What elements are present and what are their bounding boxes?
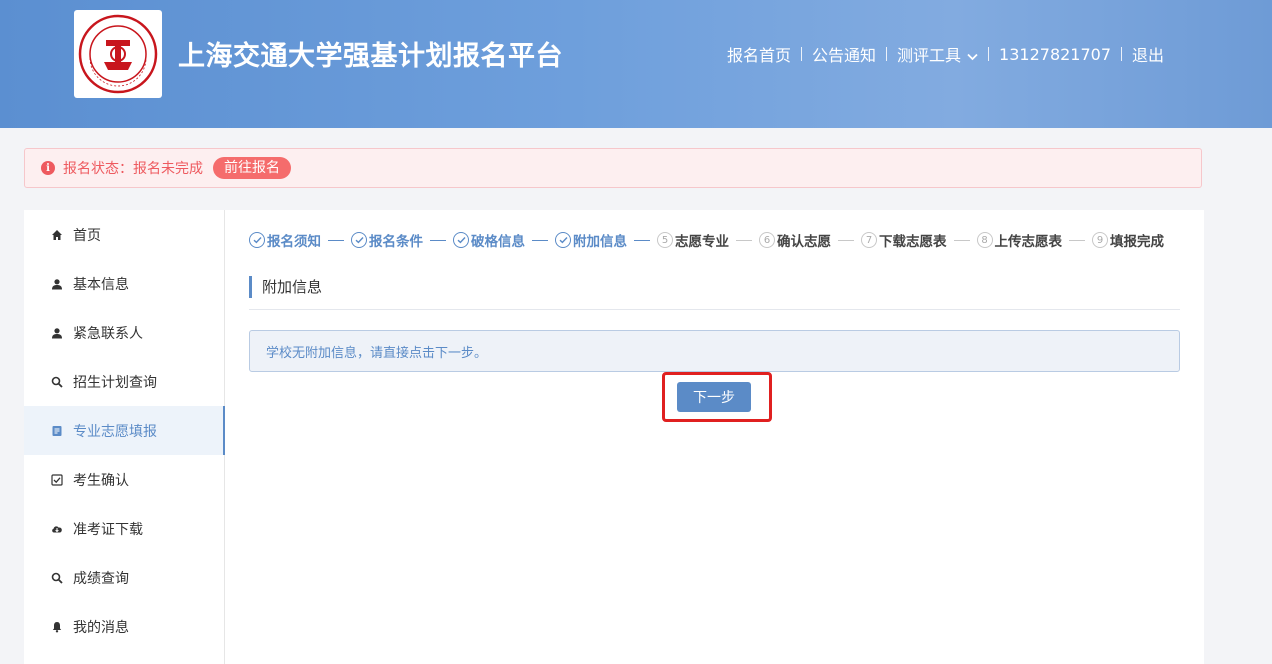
nav-home-link[interactable]: 报名首页 [727, 42, 791, 66]
search-icon [51, 376, 63, 388]
sidebar-item-home[interactable]: 首页 [24, 210, 224, 259]
step-7: 7 下载志愿表 [861, 230, 947, 250]
user-icon [51, 327, 63, 339]
step-3[interactable]: 破格信息 [453, 230, 525, 250]
info-message: 学校无附加信息，请直接点击下一步。 [249, 330, 1180, 372]
sidebar: 首页 基本信息 紧急联系人 招生计划查询 专业志愿填报 考生确认 准考证下载 成… [24, 210, 225, 664]
sidebar-item-label: 首页 [73, 227, 101, 244]
step-label: 填报完成 [1110, 234, 1164, 250]
sidebar-item-label: 我的消息 [73, 619, 129, 636]
user-icon [51, 278, 63, 290]
step-connector [634, 239, 650, 241]
step-check-icon [351, 232, 367, 248]
step-check-icon [453, 232, 469, 248]
step-number: 6 [759, 232, 775, 248]
step-2[interactable]: 报名条件 [351, 230, 423, 250]
go-register-button[interactable]: 前往报名 [213, 157, 291, 179]
registration-status-alert: i 报名状态：报名未完成 前往报名 [24, 148, 1202, 188]
step-number: 7 [861, 232, 877, 248]
sidebar-item-major-choice[interactable]: 专业志愿填报 [24, 406, 225, 455]
nav-phone-account[interactable]: 13127821707 [999, 45, 1111, 64]
step-label: 志愿专业 [675, 234, 729, 250]
nav-separator [801, 47, 803, 61]
step-check-icon [249, 232, 265, 248]
section-divider [249, 309, 1180, 310]
chevron-down-icon [967, 53, 978, 60]
registration-status-text: 报名状态：报名未完成 [63, 161, 203, 177]
search-icon [51, 572, 63, 584]
document-icon [51, 425, 63, 437]
step-label: 附加信息 [573, 234, 627, 250]
cloud-download-icon [51, 523, 63, 535]
step-connector [953, 239, 970, 241]
checkbox-icon [51, 473, 63, 486]
info-icon: i [41, 161, 55, 175]
top-nav: 报名首页 公告通知 测评工具 13127821707 退出 [727, 42, 1164, 66]
nav-separator [1121, 47, 1123, 61]
nav-tools-dropdown[interactable]: 测评工具 [897, 42, 978, 66]
step-9: 9 填报完成 [1092, 230, 1164, 250]
section-title: 附加信息 [249, 276, 322, 298]
step-connector [1069, 239, 1085, 241]
step-number: 8 [976, 232, 993, 248]
sjtu-seal-logo-icon [78, 14, 158, 94]
step-label: 报名须知 [267, 234, 321, 250]
nav-separator [988, 47, 990, 61]
step-connector [532, 239, 548, 241]
sidebar-item-messages[interactable]: 我的消息 [24, 602, 224, 651]
step-8: 8 上传志愿表 [976, 230, 1063, 250]
nav-notice-link[interactable]: 公告通知 [812, 42, 876, 66]
sidebar-item-label: 准考证下载 [73, 521, 143, 538]
sidebar-item-label: 专业志愿填报 [73, 423, 157, 440]
step-connector [430, 239, 446, 241]
main-content: 报名须知 报名条件 破格信息 附加信息 5 志愿专业 6 确认志愿 7 下载志愿… [225, 210, 1204, 664]
sidebar-item-admission-ticket[interactable]: 准考证下载 [24, 504, 224, 553]
sidebar-item-label: 考生确认 [73, 472, 129, 489]
sidebar-item-label: 招生计划查询 [73, 374, 157, 391]
step-5: 5 志愿专业 [657, 230, 729, 250]
step-number: 5 [657, 232, 673, 248]
site-title: 上海交通大学强基计划报名平台 [178, 41, 563, 72]
step-label: 报名条件 [369, 234, 423, 250]
next-step-button[interactable]: 下一步 [677, 382, 751, 412]
step-connector [736, 239, 752, 241]
sidebar-item-label: 基本信息 [73, 276, 129, 293]
nav-tools-label: 测评工具 [897, 46, 962, 65]
step-label: 确认志愿 [777, 234, 831, 250]
step-number: 9 [1092, 232, 1108, 248]
sidebar-item-label: 紧急联系人 [73, 325, 143, 342]
sidebar-item-score-query[interactable]: 成绩查询 [24, 553, 224, 602]
step-4[interactable]: 附加信息 [555, 230, 627, 250]
header: 上海交通大学强基计划报名平台 报名首页 公告通知 测评工具 1312782170… [0, 0, 1272, 128]
step-check-icon [555, 232, 571, 248]
step-connector [328, 239, 344, 241]
bell-icon [51, 621, 63, 633]
logo[interactable] [74, 10, 162, 98]
step-connector [838, 239, 854, 241]
sidebar-item-candidate-confirm[interactable]: 考生确认 [24, 455, 224, 504]
info-message-text: 学校无附加信息，请直接点击下一步。 [266, 345, 488, 361]
step-1[interactable]: 报名须知 [249, 230, 321, 250]
nav-logout-link[interactable]: 退出 [1132, 42, 1164, 66]
step-label: 破格信息 [471, 234, 525, 250]
progress-steps: 报名须知 报名条件 破格信息 附加信息 5 志愿专业 6 确认志愿 7 下载志愿… [249, 230, 1164, 250]
sidebar-item-plan-query[interactable]: 招生计划查询 [24, 357, 224, 406]
sidebar-item-emergency-contact[interactable]: 紧急联系人 [24, 308, 224, 357]
nav-separator [886, 47, 888, 61]
home-icon [51, 229, 63, 241]
sidebar-item-label: 成绩查询 [73, 570, 129, 587]
step-label: 上传志愿表 [994, 234, 1063, 250]
sidebar-item-basic-info[interactable]: 基本信息 [24, 259, 224, 308]
step-6: 6 确认志愿 [759, 230, 831, 250]
step-label: 下载志愿表 [879, 234, 947, 250]
